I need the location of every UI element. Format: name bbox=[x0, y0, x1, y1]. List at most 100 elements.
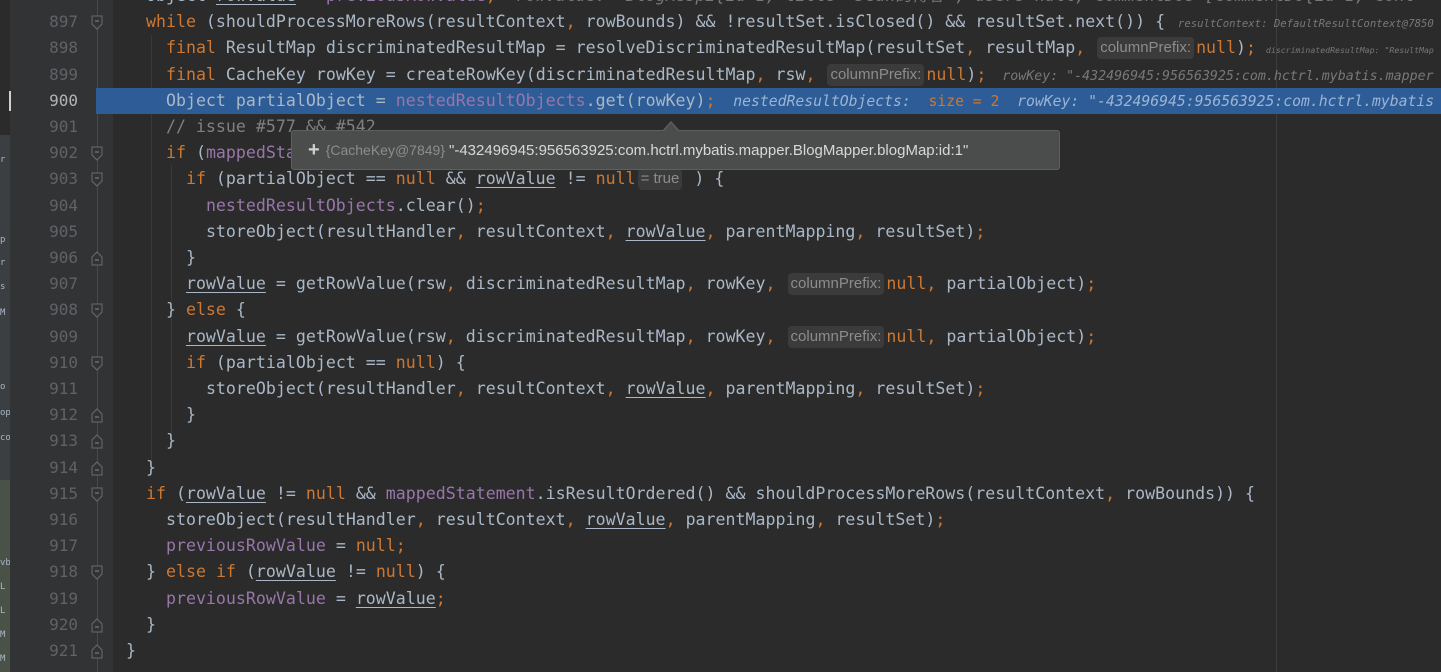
code-line[interactable]: 916 storeObject(resultHandler, resultCon… bbox=[0, 507, 1441, 533]
code-line[interactable]: 912 } bbox=[0, 402, 1441, 428]
keyword-token: null bbox=[886, 274, 927, 294]
code-line[interactable]: 905 storeObject(resultHandler, resultCon… bbox=[0, 219, 1441, 245]
code-token: () bbox=[455, 195, 476, 215]
line-number[interactable]: 905 bbox=[0, 219, 78, 245]
line-number[interactable]: 910 bbox=[0, 350, 78, 376]
code-text[interactable]: rowValue = getRowValue(rsw, discriminate… bbox=[126, 271, 1096, 297]
code-line[interactable]: 917 previousRowValue = null; bbox=[0, 533, 1441, 559]
line-number[interactable]: 899 bbox=[0, 62, 78, 88]
code-line[interactable]: 899 final CacheKey rowKey = createRowKey… bbox=[0, 62, 1441, 88]
identifier-token: rowBounds bbox=[585, 12, 676, 32]
line-number[interactable]: 903 bbox=[0, 166, 78, 192]
code-line[interactable]: Object rowValue = previousRowValue; rowV… bbox=[0, 0, 1441, 9]
code-line[interactable]: 913 } bbox=[0, 428, 1441, 454]
code-text[interactable]: } bbox=[126, 638, 136, 664]
line-number[interactable]: 904 bbox=[0, 193, 78, 219]
code-text[interactable]: } bbox=[126, 245, 196, 271]
line-number[interactable]: 909 bbox=[0, 324, 78, 350]
code-token: () && bbox=[915, 12, 976, 32]
code-text[interactable]: Object rowValue = previousRowValue; rowV… bbox=[126, 0, 1415, 9]
code-text[interactable]: final CacheKey rowKey = createRowKey(dis… bbox=[126, 62, 1434, 90]
field-token: previousRowValue bbox=[165, 536, 326, 556]
code-line[interactable]: 908 } else { bbox=[0, 297, 1441, 323]
identifier-token: discriminatedResultMap bbox=[325, 38, 546, 58]
line-number[interactable]: 911 bbox=[0, 376, 78, 402]
code-text[interactable]: } bbox=[126, 455, 156, 481]
line-number[interactable]: 907 bbox=[0, 271, 78, 297]
line-number[interactable]: 906 bbox=[0, 245, 78, 271]
code-text[interactable]: } else if (rowValue != null) { bbox=[126, 559, 446, 585]
line-number[interactable]: 916 bbox=[0, 507, 78, 533]
code-text[interactable]: if (partialObject == null) { bbox=[126, 350, 466, 376]
code-line[interactable]: 915 if (rowValue != null && mappedStatem… bbox=[0, 481, 1441, 507]
code-text[interactable]: while (shouldProcessMoreRows(resultConte… bbox=[126, 9, 1434, 37]
code-text[interactable]: final ResultMap discriminatedResultMap =… bbox=[126, 35, 1434, 63]
code-text[interactable]: nestedResultObjects.clear(); bbox=[126, 193, 486, 219]
code-text[interactable]: if (rowValue != null && mappedStatement.… bbox=[126, 481, 1255, 507]
code-line[interactable]: 903 if (partialObject == null && rowValu… bbox=[0, 166, 1441, 192]
code-segment: storeObject(resultHandler, resultContext… bbox=[126, 222, 985, 241]
identifier-token: resultMap bbox=[985, 38, 1076, 58]
code-segment: } else { bbox=[126, 300, 246, 319]
code-text[interactable]: rowValue = getRowValue(rsw, discriminate… bbox=[126, 324, 1096, 350]
keyword-token: null bbox=[1196, 38, 1237, 58]
line-number[interactable]: 901 bbox=[0, 114, 78, 140]
line-number[interactable]: 921 bbox=[0, 638, 78, 664]
code-token: . bbox=[1065, 12, 1076, 32]
code-text[interactable]: } bbox=[126, 402, 196, 428]
execution-line[interactable]: 900 Object partialObject = nestedResultO… bbox=[9, 87, 1441, 115]
parameter-hint: columnPrefix: bbox=[787, 325, 885, 348]
code-line[interactable]: 911 storeObject(resultHandler, resultCon… bbox=[0, 376, 1441, 402]
keyword-token: final bbox=[165, 64, 216, 84]
code-line[interactable]: 919 previousRowValue = rowValue; bbox=[0, 586, 1441, 612]
identifier-token: parentMapping bbox=[725, 221, 856, 241]
code-line[interactable]: 897 while (shouldProcessMoreRows(resultC… bbox=[0, 9, 1441, 35]
line-number[interactable]: 912 bbox=[0, 402, 78, 428]
code-token: && bbox=[435, 169, 476, 189]
identifier-token: rsw bbox=[415, 274, 446, 294]
code-line[interactable]: 920 } bbox=[0, 612, 1441, 638]
line-number[interactable]: 914 bbox=[0, 455, 78, 481]
code-line[interactable]: 918 } else if (rowValue != null) { bbox=[0, 559, 1441, 585]
code-segment: if (partialObject == null && rowValue !=… bbox=[126, 169, 636, 188]
line-number[interactable]: 898 bbox=[0, 35, 78, 61]
code-text[interactable]: } bbox=[126, 612, 156, 638]
code-line[interactable]: 910 if (partialObject == null) { bbox=[0, 350, 1441, 376]
keyword-token: if bbox=[215, 562, 236, 582]
code-line[interactable]: 904 nestedResultObjects.clear(); bbox=[0, 193, 1441, 219]
code-text[interactable]: } else { bbox=[126, 297, 246, 323]
code-text[interactable]: storeObject(resultHandler, resultContext… bbox=[126, 219, 985, 245]
code-text[interactable]: previousRowValue = null; bbox=[126, 533, 406, 559]
code-text[interactable]: } bbox=[126, 428, 176, 454]
code-text[interactable]: storeObject(resultHandler, resultContext… bbox=[126, 376, 985, 402]
code-line[interactable]: 907 rowValue = getRowValue(rsw, discrimi… bbox=[0, 271, 1441, 297]
line-number[interactable]: 900 bbox=[0, 88, 78, 114]
line-number[interactable]: 919 bbox=[0, 586, 78, 612]
code-line[interactable]: 914 } bbox=[0, 455, 1441, 481]
code-text[interactable]: if (partialObject == null && rowValue !=… bbox=[126, 166, 724, 192]
code-segment: } bbox=[126, 641, 136, 660]
identifier-token: rowKey bbox=[315, 64, 376, 84]
line-number[interactable]: 913 bbox=[0, 428, 78, 454]
line-number[interactable]: 918 bbox=[0, 559, 78, 585]
line-number[interactable]: 908 bbox=[0, 297, 78, 323]
identifier-token: storeObject bbox=[205, 221, 316, 241]
line-number[interactable]: 915 bbox=[0, 481, 78, 507]
code-text[interactable]: previousRowValue = rowValue; bbox=[126, 586, 446, 612]
plus-icon[interactable]: + bbox=[308, 139, 320, 161]
line-number[interactable]: 917 bbox=[0, 533, 78, 559]
code-text[interactable]: Object partialObject = nestedResultObjec… bbox=[126, 88, 1434, 115]
code-line[interactable]: 906 } bbox=[0, 245, 1441, 271]
line-number[interactable]: 902 bbox=[0, 140, 78, 166]
code-token: ( bbox=[965, 483, 976, 503]
identifier-token: resolveDiscriminatedResultMap bbox=[575, 38, 866, 58]
code-text[interactable]: storeObject(resultHandler, resultContext… bbox=[126, 507, 945, 533]
code-token: } bbox=[126, 405, 196, 425]
line-number[interactable]: 897 bbox=[0, 9, 78, 35]
line-number[interactable]: 920 bbox=[0, 612, 78, 638]
code-line[interactable]: 898 final ResultMap discriminatedResultM… bbox=[0, 35, 1441, 61]
code-line[interactable]: 921} bbox=[0, 638, 1441, 664]
debug-value-tooltip[interactable]: + {CacheKey@7849} "-432496945:956563925:co… bbox=[291, 121, 1060, 170]
code-line[interactable]: 909 rowValue = getRowValue(rsw, discrimi… bbox=[0, 324, 1441, 350]
